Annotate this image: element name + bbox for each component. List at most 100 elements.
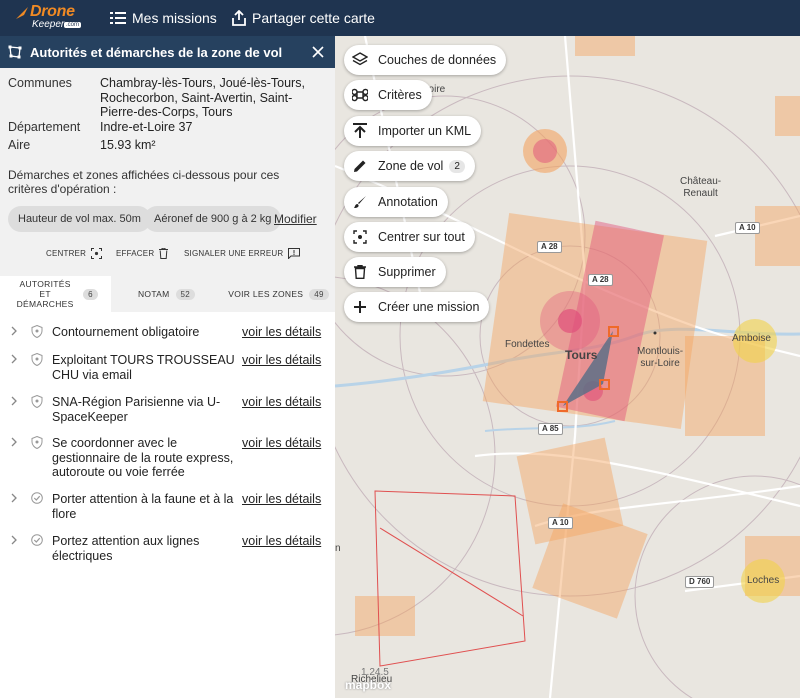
annotation-button[interactable]: Annotation [344, 187, 448, 217]
shield-icon [31, 353, 43, 366]
place-label-tours: Tours [565, 348, 598, 362]
close-icon[interactable] [309, 43, 327, 61]
tab-zones-label: VOIR LES ZONES [228, 289, 304, 299]
tab-zones[interactable]: VOIR LES ZONES 49 [222, 276, 335, 312]
import-kml-button[interactable]: Importer un KML [344, 116, 482, 146]
place-label-fondettes: Fondettes [505, 339, 550, 350]
panel-header: Autorités et démarches de la zone de vol [0, 36, 335, 68]
report-error-action[interactable]: SIGNALER UNE ERREUR [184, 248, 301, 259]
plus-icon [352, 299, 368, 315]
zone-polygon-icon [8, 45, 22, 59]
logo-keeper-text: Keeper [32, 19, 65, 30]
tab-authorities-count: 6 [83, 288, 98, 300]
list-item-text: Porter attention à la faune et à la flor… [52, 492, 234, 521]
criteria-label: Critères [378, 88, 422, 102]
tab-authorities[interactable]: AUTORITÉS ET DÉMARCHES 6 [0, 276, 111, 312]
chevron-right-icon [11, 437, 17, 447]
chevron-right-icon [11, 396, 17, 406]
details-link[interactable]: voir les détails [242, 492, 321, 506]
tab-authorities-label: AUTORITÉS ET DÉMARCHES [16, 279, 74, 309]
tab-bar: AUTORITÉS ET DÉMARCHES 6 NOTAM 52 VOIR L… [0, 276, 335, 312]
modify-criteria-link[interactable]: Modifier [274, 212, 317, 226]
shield-icon [31, 325, 43, 338]
center-action-label: CENTRER [46, 249, 87, 258]
list-item-text: Se coordonner avec le gestionnaire de la… [52, 436, 234, 479]
annotation-label: Annotation [378, 195, 438, 209]
road-shield: A 85 [538, 423, 563, 435]
data-layers-button[interactable]: Couches de données [344, 45, 507, 75]
data-layers-label: Couches de données [378, 53, 497, 67]
top-bar: Drone Keeper .com Mes missions Partager … [0, 0, 800, 36]
chevron-right-icon [11, 326, 17, 336]
road-shield: A 10 [548, 517, 573, 529]
center-all-button[interactable]: Centrer sur tout [344, 222, 475, 252]
logo-domain-text: .com [64, 22, 82, 28]
tab-notam-label: NOTAM [137, 289, 170, 299]
map-view[interactable]: Loire Château- Renault Fondettes Tours M… [335, 36, 800, 698]
shield-icon [31, 436, 43, 449]
drone-logo-icon [16, 7, 28, 19]
communes-value: Chambray-lès-Tours, Joué-lès-Tours, Roch… [100, 76, 305, 119]
share-map-button[interactable]: Partager cette carte [232, 0, 375, 36]
brush-icon [352, 194, 368, 210]
check-circle-icon [31, 534, 43, 546]
chevron-right-icon [11, 493, 17, 503]
focus-icon [352, 229, 368, 245]
place-label-chateau-renault: Château- Renault [680, 176, 722, 199]
flight-zone-button[interactable]: Zone de vol 2 [344, 151, 475, 181]
pencil-icon [352, 158, 368, 174]
map-version: 1.24.5 [361, 667, 389, 678]
layers-icon [352, 52, 368, 68]
check-circle-icon [31, 492, 43, 504]
create-mission-button[interactable]: Créer une mission [344, 292, 490, 322]
tab-notam[interactable]: NOTAM 52 [111, 276, 222, 312]
height-criteria-chip[interactable]: Hauteur de vol max. 50m [8, 206, 151, 232]
share-map-label: Partager cette carte [252, 10, 375, 26]
details-link[interactable]: voir les détails [242, 436, 321, 450]
mapbox-attribution[interactable]: mapbox [345, 678, 391, 692]
place-label-loches: Loches [747, 575, 780, 586]
aircraft-criteria-chip[interactable]: Aéronef de 900 g à 2 kg [144, 206, 282, 232]
communes-label: Communes [8, 76, 72, 90]
list-item-text: Portez attention aux lignes électriques [52, 534, 200, 563]
dronekeeper-logo[interactable]: Drone Keeper .com [14, 3, 90, 33]
road-shield: D 760 [685, 576, 715, 588]
criteria-note: Démarches et zones affichées ci-dessous … [8, 168, 280, 196]
create-mission-label: Créer une mission [378, 300, 480, 314]
clear-action-label: EFFACER [116, 249, 155, 258]
place-label-fragment: n [335, 543, 341, 554]
road-shield: A 28 [537, 241, 562, 253]
list-item-text: SNA-Région Parisienne via U-SpaceKeeper [52, 395, 221, 424]
zone-info-section: Communes Chambray-lès-Tours, Joué-lès-To… [0, 68, 335, 276]
my-missions-label: Mes missions [132, 10, 217, 26]
criteria-button[interactable]: Critères [344, 80, 432, 110]
list-item-text: Exploitant TOURS TROUSSEAU CHU via email [52, 353, 235, 382]
chevron-right-icon [11, 354, 17, 364]
details-link[interactable]: voir les détails [242, 325, 321, 339]
report-error-label: SIGNALER UNE ERREUR [184, 249, 284, 258]
delete-label: Supprimer [378, 265, 436, 279]
details-link[interactable]: voir les détails [242, 395, 321, 409]
road-shield: A 10 [735, 222, 760, 234]
feedback-icon [288, 248, 301, 259]
departement-value: Indre-et-Loire 37 [100, 120, 193, 134]
clear-action[interactable]: EFFACER [116, 248, 169, 259]
flight-zone-label: Zone de vol [378, 159, 444, 173]
center-all-label: Centrer sur tout [378, 230, 465, 244]
delete-button[interactable]: Supprimer [344, 257, 446, 287]
details-link[interactable]: voir les détails [242, 534, 321, 548]
center-action[interactable]: CENTRER [46, 248, 103, 259]
list-icon [110, 12, 126, 24]
tab-zones-count: 49 [309, 288, 329, 300]
my-missions-button[interactable]: Mes missions [110, 0, 217, 36]
departement-label: Département [8, 120, 81, 134]
share-icon [232, 10, 246, 26]
upload-icon [352, 123, 368, 139]
trash-icon [159, 248, 169, 259]
tab-notam-count: 52 [175, 288, 196, 300]
panel-title: Autorités et démarches de la zone de vol [30, 44, 283, 60]
place-label-amboise: Amboise [732, 333, 771, 344]
details-link[interactable]: voir les détails [242, 353, 321, 367]
road-shield: A 28 [588, 274, 613, 286]
authorities-list: Contournement obligatoire voir les détai… [0, 312, 335, 698]
